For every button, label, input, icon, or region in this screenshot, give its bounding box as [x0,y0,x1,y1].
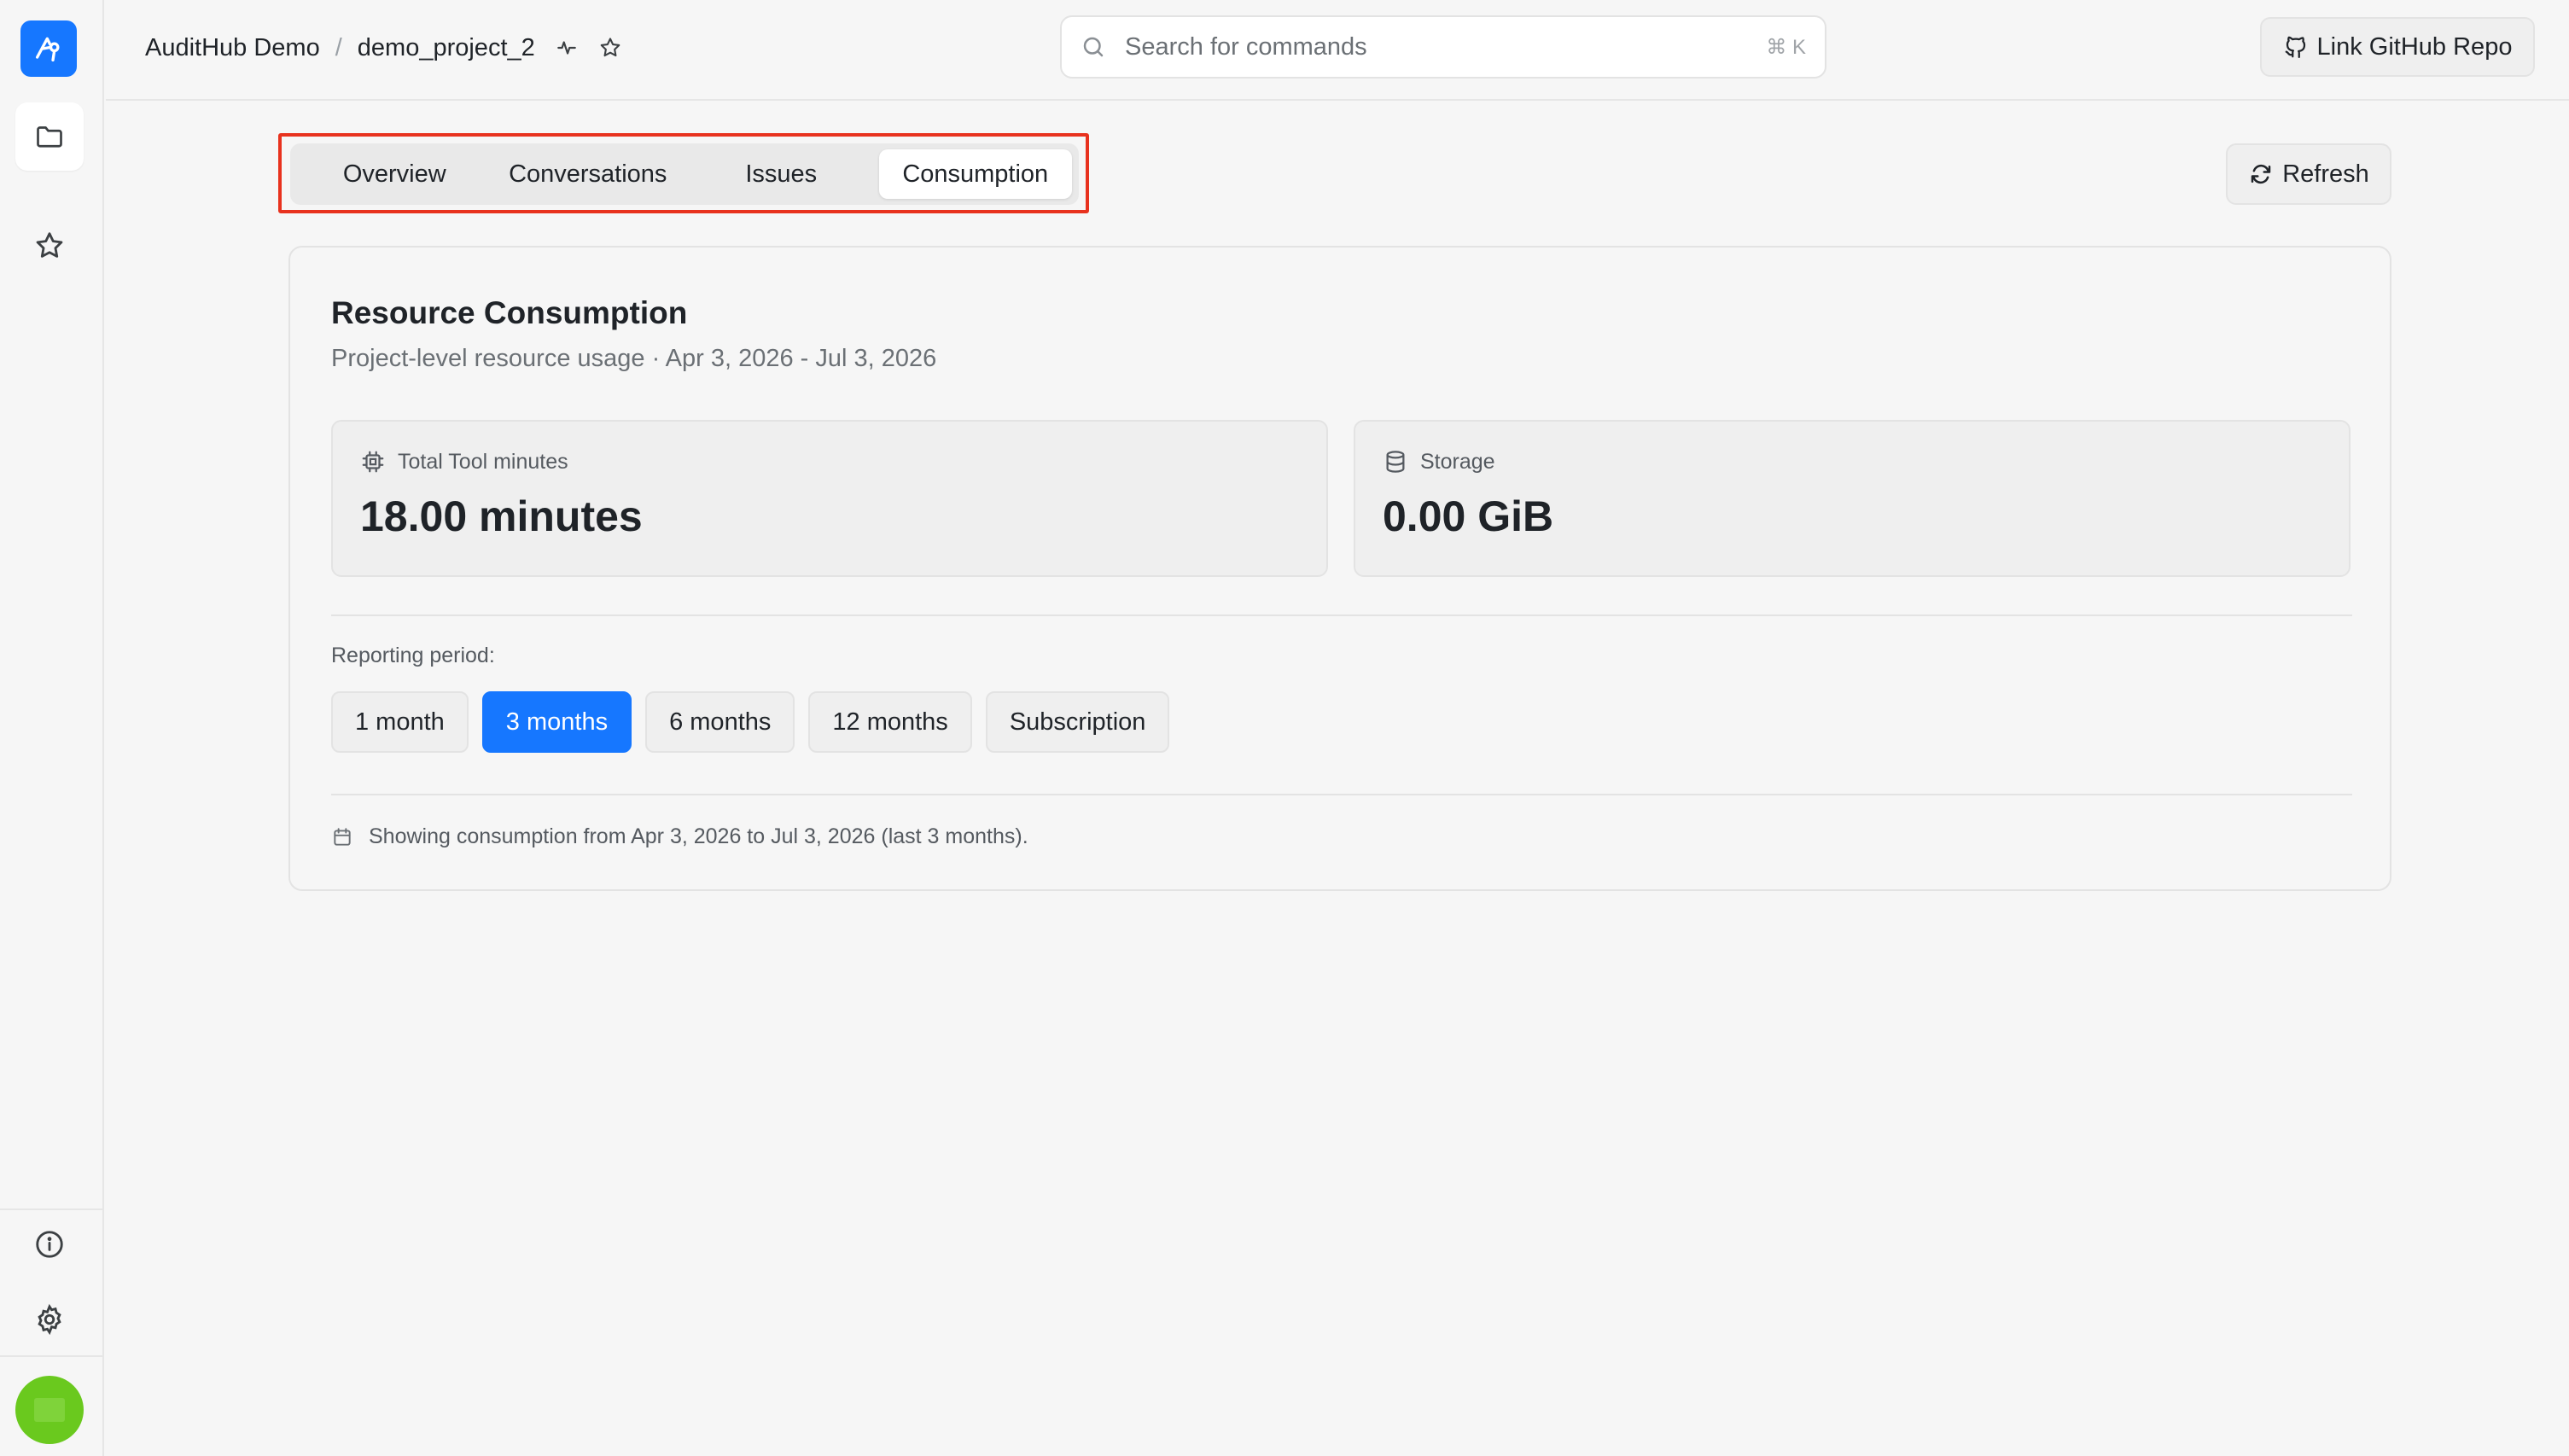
period-3-months-button[interactable]: 3 months [481,691,632,753]
star-icon [36,232,63,258]
section-divider [331,614,2352,616]
refresh-label: Refresh [2282,160,2369,188]
link-github-repo-button[interactable]: Link GitHub Repo [2260,17,2535,77]
sidebar-item-favorites[interactable] [15,212,84,280]
activity-icon[interactable] [556,37,578,59]
card-subtitle: Project-level resource usage · Apr 3, 20… [331,345,937,372]
breadcrumb-separator: / [335,33,342,61]
database-icon [1386,451,1405,473]
gear-icon [38,1303,61,1336]
top-header: AuditHub Demo / demo_project_2 Search fo… [106,0,2569,101]
stat-label: Storage [1420,449,1495,474]
tab-overview[interactable]: Overview [297,149,492,199]
cpu-icon [362,451,384,473]
stat-label: Total Tool minutes [398,449,568,474]
stat-tool-minutes: Total Tool minutes 18.00 minutes [331,420,1328,577]
folder-icon [37,126,62,148]
search-shortcut: ⌘ K [1766,35,1806,59]
calendar-icon [334,827,351,846]
stat-value: 0.00 GiB [1383,492,1554,540]
stat-label-row: Storage [1383,449,1495,475]
avatar[interactable] [15,1376,84,1444]
sidebar-item-settings[interactable] [15,1285,84,1354]
reporting-period-selector: 1 month 3 months 6 months 12 months Subs… [331,691,1183,753]
logo-icon [36,37,60,62]
stat-label-row: Total Tool minutes [360,449,568,475]
command-search[interactable]: Search for commands ⌘ K [1060,15,1826,79]
sidebar-divider [0,1355,104,1357]
tab-conversations[interactable]: Conversations [492,149,684,199]
showing-range-note: Showing consumption from Apr 3, 2026 to … [331,824,1028,849]
search-icon [1083,37,1104,57]
refresh-button[interactable]: Refresh [2226,143,2391,205]
breadcrumb-project[interactable]: demo_project_2 [358,34,535,62]
card-title: Resource Consumption [331,295,688,330]
search-placeholder: Search for commands [1125,32,1367,61]
avatar-image [34,1398,65,1422]
period-subscription-button[interactable]: Subscription [985,691,1170,753]
sidebar-item-info[interactable] [15,1210,84,1278]
refresh-icon [2251,164,2271,184]
app-logo[interactable] [20,20,77,77]
tab-consumption[interactable]: Consumption [878,149,1072,199]
stat-storage: Storage 0.00 GiB [1354,420,2351,577]
breadcrumb-org[interactable]: AuditHub Demo [145,34,320,62]
resource-consumption-card: Resource Consumption Project-level resou… [288,246,2391,891]
info-icon [36,1231,63,1258]
github-icon [2285,36,2305,58]
reporting-period-label: Reporting period: [331,644,495,667]
showing-range-text: Showing consumption from Apr 3, 2026 to … [369,824,1028,848]
sidebar [0,0,104,1456]
stat-value: 18.00 minutes [360,492,643,540]
github-button-label: Link GitHub Repo [2316,32,2513,61]
section-divider [331,794,2352,795]
breadcrumb: AuditHub Demo / demo_project_2 [145,29,622,67]
sidebar-item-projects[interactable] [15,102,84,171]
period-6-months-button[interactable]: 6 months [645,691,795,753]
tab-issues[interactable]: Issues [684,149,878,199]
period-12-months-button[interactable]: 12 months [808,691,972,753]
star-icon[interactable] [598,36,622,60]
period-1-month-button[interactable]: 1 month [331,691,469,753]
project-tabs: Overview Conversations Issues Consumptio… [290,143,1079,205]
